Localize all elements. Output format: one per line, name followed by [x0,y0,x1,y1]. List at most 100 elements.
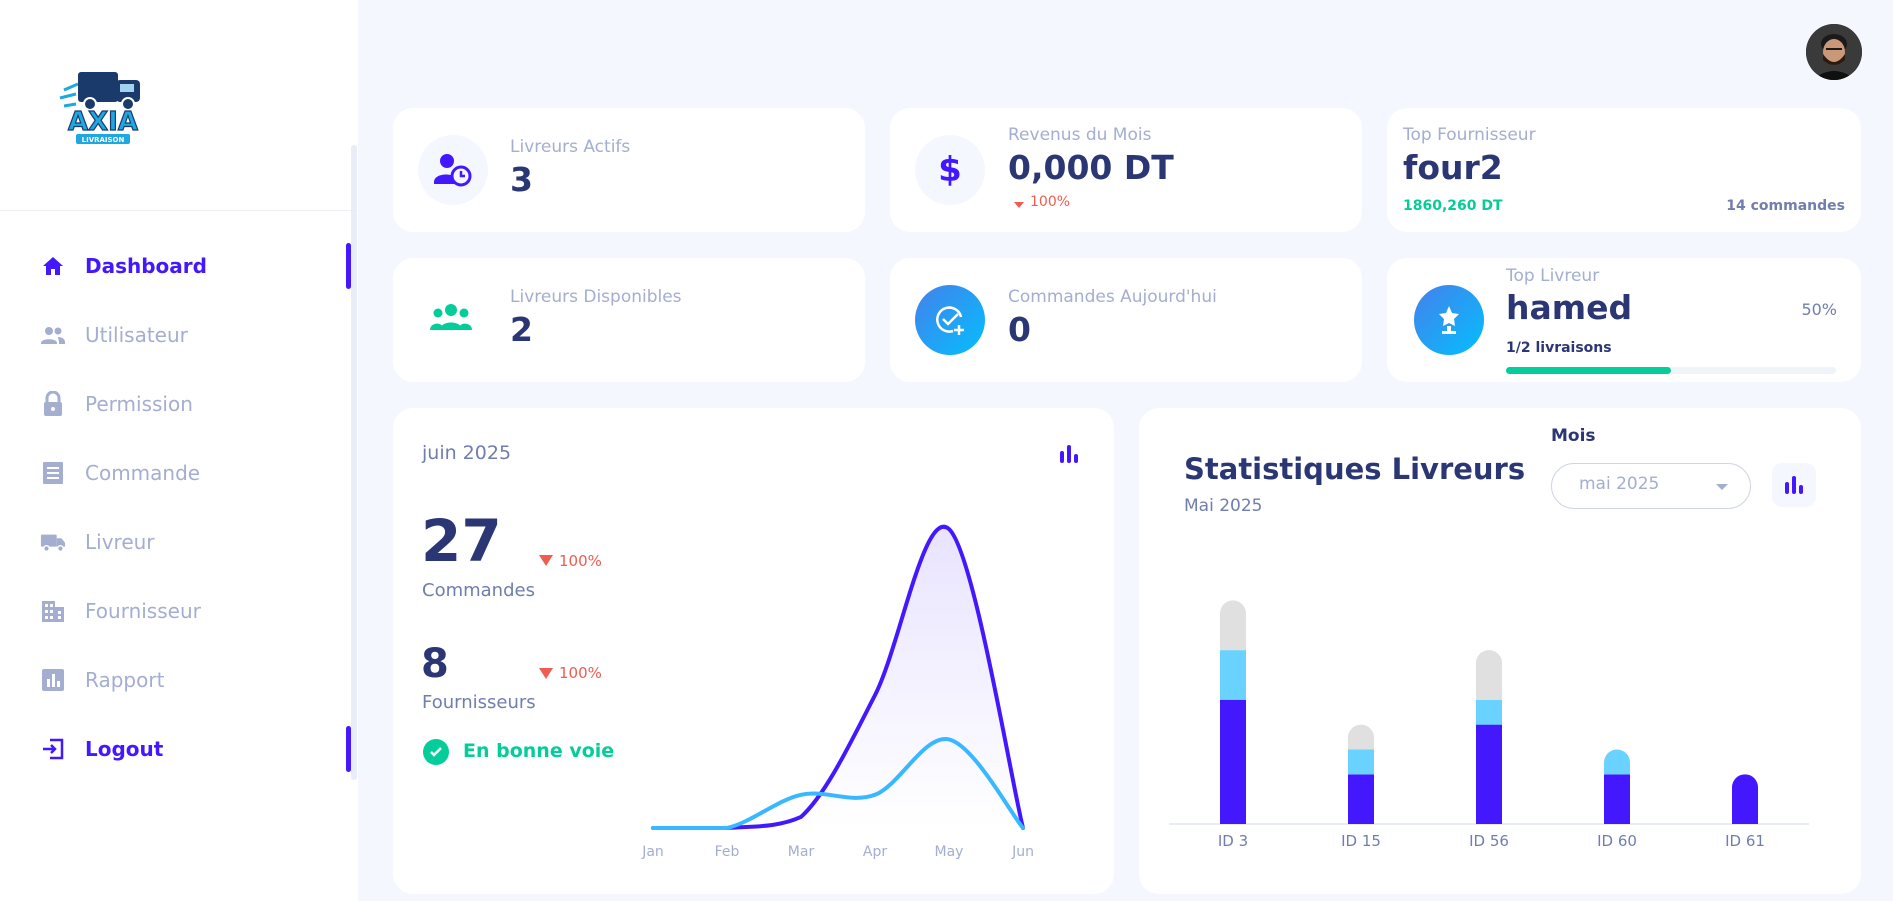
x-tick-label: Jun [1011,844,1034,860]
sidebar-item-fournisseur[interactable]: Fournisseur [0,588,358,634]
fournisseurs-label: Fournisseurs [422,692,536,713]
stat-label: Top Livreur [1506,266,1600,286]
check-circle-icon [423,739,449,765]
x-tick-label: Feb [715,844,740,860]
building-icon [40,598,66,624]
livreurs-bar-chart: ID 3 ID 15 ID 56 ID 60 ID 61 [1169,600,1809,850]
brand-logo[interactable]: AXIA LIVRAISON [58,60,148,150]
stat-label: Top Fournisseur [1403,125,1536,145]
bar-segment [1348,749,1374,775]
report-icon [40,667,66,693]
receipt-icon [40,460,66,486]
active-indicator [346,726,351,772]
sidebar-item-commande[interactable]: Commande [0,450,358,496]
bar-segment [1348,774,1374,824]
sidebar-item-label: Livreur [85,530,155,554]
progress-fill [1506,367,1671,374]
sidebar-item-label: Permission [85,392,193,416]
bar-segment [1220,699,1246,824]
x-tick-label: ID 56 [1469,832,1509,850]
supplier-orders: 14 commandes [1726,198,1845,214]
card-top-livreur: Top Livreur hamed 50% 1/2 livraisons [1387,258,1861,382]
commandes-change: 100% [559,552,602,570]
sidebar-item-label: Commande [85,461,201,485]
stat-value: hamed [1506,288,1633,327]
bar-chart-icon[interactable] [1772,463,1816,507]
card-monthly-overview: juin 2025 27 100% Commandes 8 100% Fourn… [393,408,1114,894]
sidebar-item-label: Dashboard [85,254,207,278]
x-tick-label: ID 15 [1341,832,1381,850]
sidebar-item-livreur[interactable]: Livreur [0,519,358,565]
bar-segment [1348,724,1374,750]
stat-label: Livreurs Disponibles [510,287,682,307]
sidebar-item-logout[interactable]: Logout [0,726,358,772]
bar-segment [1476,650,1502,700]
sidebar-item-label: Rapport [85,668,165,692]
top-livreur-deliveries: 1/2 livraisons [1506,340,1612,356]
svg-text:AXIA: AXIA [68,107,138,137]
stat-value: 3 [510,160,533,199]
sidebar-item-dashboard[interactable]: Dashboard [0,243,358,289]
card-livreurs-disponibles: Livreurs Disponibles 2 [393,258,865,382]
bar-segment [1604,774,1630,824]
stat-value: 0,000 DT [1008,148,1174,187]
truck-icon [40,529,66,555]
bar-segment [1220,600,1246,651]
sidebar-item-label: Utilisateur [85,323,188,347]
month-select-label: Mois [1551,426,1596,446]
supplier-amount: 1860,260 DT [1403,198,1503,214]
commandes-count: 27 [421,507,502,575]
sidebar-item-permission[interactable]: Permission [0,381,358,427]
panel-title: Statistiques Livreurs [1184,452,1526,486]
bar-segment [1476,699,1502,725]
dollar-icon: $ [915,135,985,205]
stat-label: Livreurs Actifs [510,137,631,157]
bar-segment [1732,774,1758,824]
x-tick-label: ID 3 [1218,832,1248,850]
stat-value: 0 [1008,310,1031,349]
logout-icon [40,736,66,762]
monthly-period: juin 2025 [422,442,512,464]
svg-text:LIVRAISON: LIVRAISON [82,136,125,144]
chevron-down-icon [1716,484,1728,490]
sidebar-item-label: Fournisseur [85,599,201,623]
fournisseurs-change: 100% [559,664,602,682]
card-top-fournisseur: Top Fournisseur four2 1860,260 DT 14 com… [1387,108,1861,232]
home-icon [40,253,66,279]
sidebar-item-rapport[interactable]: Rapport [0,657,358,703]
card-livreurs-actifs: Livreurs Actifs 3 [393,108,865,232]
top-livreur-percent: 50% [1801,300,1837,319]
stat-label: Commandes Aujourd'hui [1008,287,1217,307]
stat-value: 2 [510,310,533,349]
user-clock-icon [418,135,488,205]
x-tick-label: Jan [641,844,664,860]
bar-segment [1220,650,1246,700]
trend-down-icon [1014,202,1024,208]
x-tick-label: Apr [863,844,887,860]
sidebar-divider [0,210,358,211]
lock-icon [40,391,66,417]
revenue-change: 100% [1030,194,1071,210]
bar-chart-icon[interactable] [1047,432,1091,476]
panel-subtitle: Mai 2025 [1184,496,1263,516]
user-avatar[interactable] [1806,24,1862,80]
month-select-value: mai 2025 [1579,474,1660,494]
bar-segment [1604,749,1630,775]
active-indicator [346,243,351,289]
x-tick-label: ID 61 [1725,832,1765,850]
bar-segment [1476,724,1502,824]
top-livreur-progress [1506,367,1836,374]
stat-value: four2 [1403,148,1503,187]
month-select[interactable]: mai 2025 [1551,463,1751,509]
sidebar-item-utilisateur[interactable]: Utilisateur [0,312,358,358]
card-revenus: $ Revenus du Mois 0,000 DT 100% [890,108,1362,232]
fournisseurs-count: 8 [421,641,449,687]
users-group-icon [429,302,473,336]
commandes-label: Commandes [422,580,535,601]
card-statistiques-livreurs: Statistiques Livreurs Mai 2025 Mois ID 3… [1139,408,1861,894]
monthly-line-chart: Jan Feb Mar Apr May Jun [641,524,1034,860]
sidebar: AXIA LIVRAISON Dashboard Utilisateur Per… [0,0,358,901]
users-icon [40,322,66,348]
stat-label: Revenus du Mois [1008,125,1152,145]
trend-down-icon [539,555,553,566]
